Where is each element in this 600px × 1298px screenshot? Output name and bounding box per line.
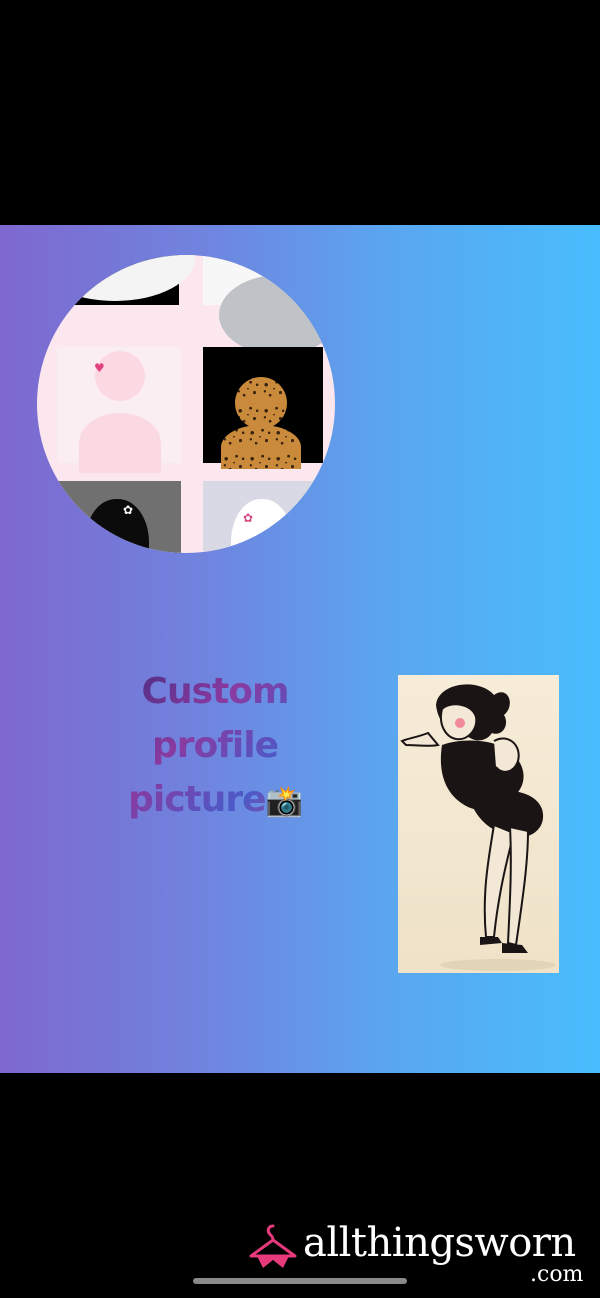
collage-tile-leopard-avatar <box>203 347 323 469</box>
bow-icon: ✿ <box>123 503 134 517</box>
headline-line-3: picture📸 <box>128 779 303 820</box>
collage-tile-top-right <box>203 255 335 355</box>
custom-profile-picture-headline: Custom profile picture📸 <box>100 665 330 829</box>
profile-picture-collage: ♥ ✿ ✿ <box>37 255 335 553</box>
post-image-panel: ♥ ✿ ✿ Custom profile picture📸 <box>0 225 600 1073</box>
bow-icon: ✿ <box>243 511 254 525</box>
collage-tile-white-hair: ✿ <box>203 481 323 553</box>
brand-tld: .com <box>530 1262 584 1287</box>
headline-line-1: Custom <box>141 671 289 712</box>
heart-icon: ♥ <box>94 361 105 375</box>
camera-flash-icon: 📸 <box>265 784 303 819</box>
collage-tile-pink-avatar: ♥ <box>57 347 181 473</box>
collage-tile-black-hair: ✿ <box>57 481 181 553</box>
home-indicator[interactable] <box>193 1278 407 1284</box>
pinup-figure-icon <box>400 684 556 971</box>
collage-tile-top-left <box>37 255 195 305</box>
pinup-illustration <box>398 675 559 973</box>
hanger-logo-icon <box>249 1224 297 1268</box>
headline-line-2: profile <box>151 725 278 766</box>
top-black-bar <box>0 0 600 225</box>
brand-name: allthingsworn <box>303 1220 576 1266</box>
